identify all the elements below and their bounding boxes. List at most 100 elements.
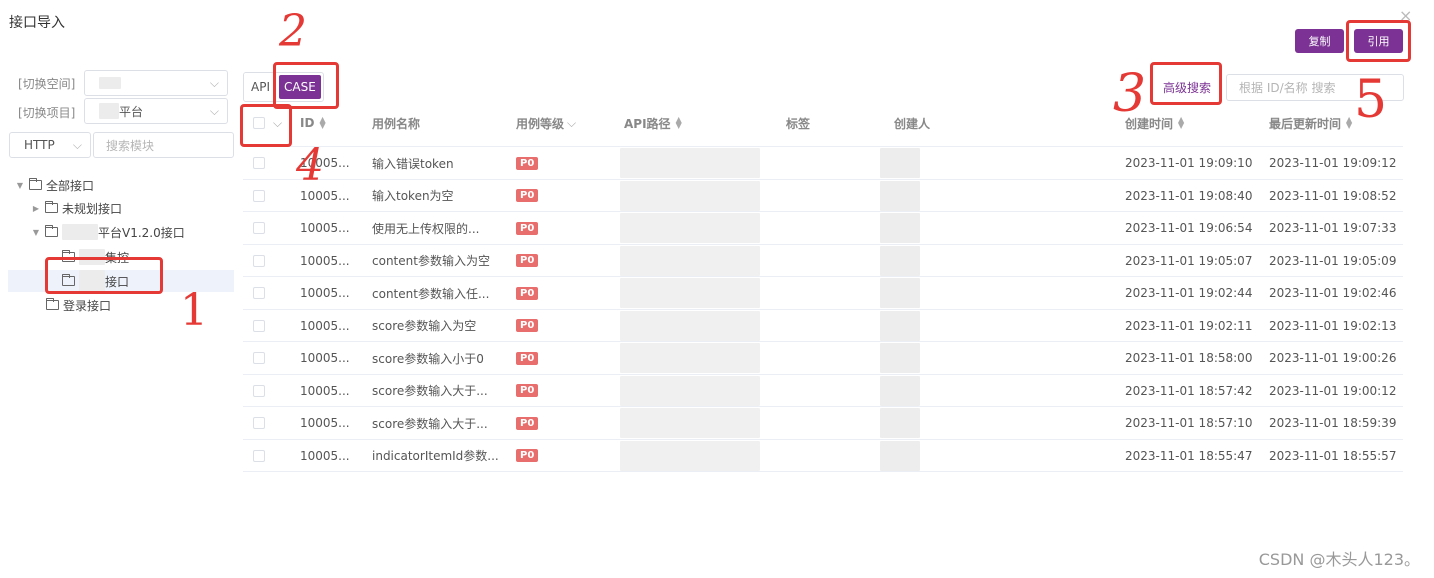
col-header-level[interactable]: 用例等级 ⌵ xyxy=(516,106,576,140)
row-checkbox[interactable] xyxy=(253,287,265,299)
cell-id: 10005... xyxy=(300,221,350,235)
cell-tags xyxy=(775,310,895,342)
cell-tags xyxy=(775,147,895,179)
row-checkbox[interactable] xyxy=(253,254,265,267)
cell-name[interactable]: score参数输入为空 xyxy=(372,310,502,342)
table-row[interactable]: 10005... content参数输入任... P0 2023-11-01 1… xyxy=(243,277,1403,310)
cell-creator xyxy=(880,245,920,277)
protocol-select[interactable]: HTTP ⌵ xyxy=(9,132,91,158)
api-path-redacted xyxy=(620,375,760,406)
sort-icon[interactable]: ▲ ▼ xyxy=(1346,116,1352,130)
platform-name-redacted xyxy=(62,224,98,240)
cell-tags xyxy=(775,407,895,439)
cell-id: 10005... xyxy=(300,253,350,268)
col-header-label: 最后更新时间 xyxy=(1269,116,1342,131)
cell-updated: 2023-11-01 19:00:12 xyxy=(1269,383,1397,398)
row-checkbox-cell[interactable] xyxy=(253,310,265,342)
cell-created: 2023-11-01 18:55:47 xyxy=(1125,448,1253,463)
cell-created: 2023-11-01 19:02:11 xyxy=(1125,318,1253,333)
protocol-value: HTTP xyxy=(24,138,55,152)
table-row[interactable]: 10005... indicatorItemId参数... P0 2023-11… xyxy=(243,440,1403,473)
level-badge: P0 xyxy=(516,319,539,332)
cell-api-path xyxy=(620,440,760,472)
creator-redacted xyxy=(880,310,920,341)
cell-name[interactable]: 使用无上传权限的... xyxy=(372,212,502,244)
table-row[interactable]: 10005... score参数输入为空 P0 2023-11-01 19:02… xyxy=(243,310,1403,343)
cell-created: 2023-11-01 19:02:44 xyxy=(1125,286,1253,300)
row-checkbox-cell[interactable] xyxy=(253,277,265,309)
creator-redacted xyxy=(880,343,920,373)
cell-updated: 2023-11-01 18:59:39 xyxy=(1269,416,1397,430)
row-checkbox-cell[interactable] xyxy=(253,180,265,212)
space-select[interactable]: ⌵ xyxy=(84,70,228,96)
table-row[interactable]: 10005... score参数输入小于0 P0 2023-11-01 18:5… xyxy=(243,342,1403,375)
level-badge: P0 xyxy=(516,351,539,365)
table-row[interactable]: 10005... score参数输入大于... P0 2023-11-01 18… xyxy=(243,375,1403,408)
row-checkbox[interactable] xyxy=(253,189,265,202)
col-header-api-path[interactable]: API路径 ▲ ▼ xyxy=(624,106,682,140)
cell-created: 2023-11-01 19:08:40 xyxy=(1125,188,1253,203)
dialog-title: 接口导入 xyxy=(9,15,65,31)
row-checkbox-cell[interactable] xyxy=(253,147,265,179)
annotation-number-2: 2 xyxy=(279,6,307,57)
api-path-redacted xyxy=(620,310,760,341)
row-checkbox[interactable] xyxy=(253,352,265,364)
row-checkbox-cell[interactable] xyxy=(253,375,265,407)
col-header-updated[interactable]: 最后更新时间 ▲ ▼ xyxy=(1269,106,1352,140)
module-search-input[interactable]: 搜索模块 xyxy=(93,132,234,158)
row-checkbox[interactable] xyxy=(253,417,265,429)
creator-redacted xyxy=(880,278,920,308)
tree-item-all[interactable]: ▼ 全部接口 xyxy=(14,174,94,196)
row-checkbox-cell[interactable] xyxy=(253,440,265,472)
col-header-creator: 创建人 xyxy=(894,106,930,140)
cell-name[interactable]: 输入错误token xyxy=(372,147,502,179)
row-checkbox[interactable] xyxy=(253,384,265,397)
project-label: [切换项目] xyxy=(18,106,76,120)
row-checkbox-cell[interactable] xyxy=(253,342,265,374)
row-checkbox[interactable] xyxy=(253,449,265,462)
cell-updated: 2023-11-01 19:08:52 xyxy=(1269,188,1397,203)
cell-name[interactable]: 输入token为空 xyxy=(372,180,502,212)
chevron-down-icon[interactable]: ⌵ xyxy=(567,116,576,131)
project-select[interactable]: 平台 ⌵ xyxy=(84,98,228,124)
tree-item-label: 登录接口 xyxy=(63,298,112,313)
cell-api-path xyxy=(620,310,760,342)
tree-item-login[interactable]: 登录接口 xyxy=(46,294,111,316)
cell-level: P0 xyxy=(516,277,539,309)
table-row[interactable]: 10005... score参数输入大于... P0 2023-11-01 18… xyxy=(243,407,1403,440)
cell-name[interactable]: score参数输入小于0 xyxy=(372,342,502,374)
sort-icon[interactable]: ▲ ▼ xyxy=(1178,116,1184,130)
row-checkbox[interactable] xyxy=(253,157,265,169)
level-badge: P0 xyxy=(516,221,539,235)
row-checkbox-cell[interactable] xyxy=(253,212,265,244)
cell-name[interactable]: content参数输入为空 xyxy=(372,245,502,277)
cell-creator xyxy=(880,147,920,179)
cell-created: 2023-11-01 18:58:00 xyxy=(1125,351,1253,365)
tree-item-platform[interactable]: ▼ 平台V1.2.0接口 xyxy=(30,221,185,243)
folder-icon xyxy=(29,178,42,190)
cell-id: 10005... xyxy=(300,416,350,430)
row-checkbox[interactable] xyxy=(253,222,265,234)
table-row[interactable]: 10005... 使用无上传权限的... P0 2023-11-01 19:06… xyxy=(243,212,1403,245)
row-checkbox[interactable] xyxy=(253,319,265,332)
cell-name[interactable]: indicatorItemId参数... xyxy=(372,440,502,472)
cell-name[interactable]: score参数输入大于... xyxy=(372,375,502,407)
row-checkbox-cell[interactable] xyxy=(253,407,265,439)
cell-name[interactable]: score参数输入大于... xyxy=(372,407,502,439)
api-path-redacted xyxy=(620,408,760,438)
copy-button[interactable]: 复制 xyxy=(1295,29,1344,53)
table-row[interactable]: 10005... 输入错误token P0 2023-11-01 19:09:1… xyxy=(243,147,1403,180)
sort-icon[interactable]: ▲ ▼ xyxy=(676,116,682,130)
col-header-label: 用例等级 xyxy=(516,116,565,131)
tree-item-unplanned[interactable]: ▶ 未规划接口 xyxy=(30,197,122,219)
level-badge: P0 xyxy=(516,189,539,202)
api-path-redacted xyxy=(620,213,760,243)
cell-name[interactable]: content参数输入任... xyxy=(372,277,502,309)
cell-tags xyxy=(775,180,895,212)
cell-created: 2023-11-01 18:57:42 xyxy=(1125,383,1253,398)
sort-icon[interactable]: ▲ ▼ xyxy=(319,116,325,130)
row-checkbox-cell[interactable] xyxy=(253,245,265,277)
col-header-id[interactable]: ID ▲ ▼ xyxy=(300,106,326,140)
table-row[interactable]: 10005... content参数输入为空 P0 2023-11-01 19:… xyxy=(243,245,1403,278)
table-row[interactable]: 10005... 输入token为空 P0 2023-11-01 19:08:4… xyxy=(243,180,1403,213)
